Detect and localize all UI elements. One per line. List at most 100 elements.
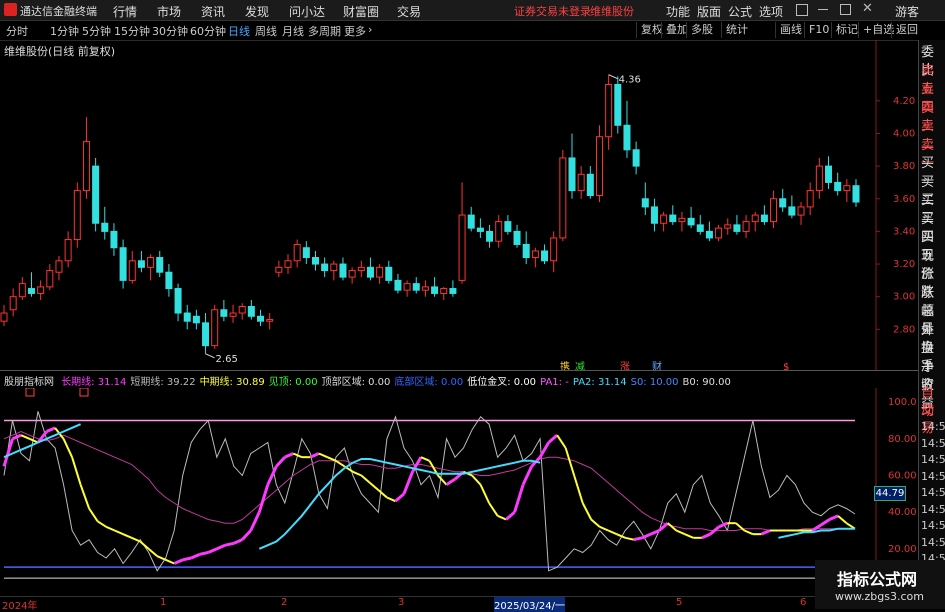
candle-body[interactable]	[275, 266, 283, 273]
side-panel-lower-item[interactable]: 14:56	[921, 517, 945, 535]
candle-body[interactable]	[834, 181, 842, 192]
candle-body[interactable]	[779, 198, 787, 208]
candle-body[interactable]	[192, 315, 200, 324]
candle-body[interactable]	[733, 224, 741, 232]
candle-body[interactable]	[128, 260, 136, 281]
candle-body[interactable]	[321, 263, 329, 272]
menu-item-quotes[interactable]: 行情	[113, 3, 137, 20]
candle-body[interactable]	[788, 206, 796, 216]
tab-period[interactable]: 周线	[255, 23, 277, 39]
signal-marker[interactable]	[79, 388, 89, 397]
event-marker[interactable]: 涨	[620, 361, 630, 370]
candle-body[interactable]	[92, 165, 100, 224]
candle-body[interactable]	[357, 266, 365, 272]
candle-body[interactable]	[220, 309, 228, 317]
candle-body[interactable]	[0, 312, 8, 322]
event-marker[interactable]: $	[783, 362, 789, 370]
candle-body[interactable]	[595, 136, 603, 196]
candle-body[interactable]	[568, 157, 576, 192]
tab-period[interactable]: 60分钟	[190, 23, 226, 39]
candle-body[interactable]	[174, 288, 182, 314]
candle-body[interactable]	[623, 124, 631, 151]
candle-body[interactable]	[632, 149, 640, 167]
candle-body[interactable]	[797, 206, 805, 216]
candle-body[interactable]	[302, 247, 310, 259]
candle-body[interactable]	[229, 312, 237, 317]
candle-body[interactable]	[705, 230, 713, 239]
side-panel-lower-item[interactable]: 14:56	[921, 484, 945, 502]
candle-body[interactable]	[770, 198, 778, 223]
candle-body[interactable]	[614, 83, 622, 126]
candle-body[interactable]	[650, 206, 658, 224]
menu-item-news[interactable]: 资讯	[201, 3, 225, 20]
side-panel-lower-item[interactable]: 14:56	[921, 435, 945, 453]
candle-body[interactable]	[522, 243, 530, 259]
toolbar-button[interactable]: 返回	[891, 22, 922, 38]
menu-item-function[interactable]: 功能	[666, 3, 690, 20]
menu-item-market[interactable]: 市场	[157, 3, 181, 20]
candle-body[interactable]	[385, 266, 393, 281]
login-notice[interactable]: 证券交易未登录	[514, 3, 591, 19]
candle-body[interactable]	[293, 243, 301, 262]
side-panel-lower-item[interactable]: 14:56	[921, 418, 945, 436]
candle-body[interactable]	[696, 224, 704, 232]
candle-body[interactable]	[156, 257, 164, 273]
candle-body[interactable]	[486, 230, 494, 242]
candle-body[interactable]	[852, 185, 860, 203]
candle-body[interactable]	[504, 221, 512, 232]
candle-body[interactable]	[211, 309, 219, 347]
tab-period-active[interactable]: 日线	[228, 23, 250, 39]
indicator-chart[interactable]: 100.0 80.00 60.00 40.00 20.00	[0, 388, 918, 596]
candle-body[interactable]	[431, 286, 439, 294]
candle-body[interactable]	[669, 214, 677, 223]
candle-body[interactable]	[577, 173, 585, 192]
candle-body[interactable]	[165, 271, 173, 290]
tab-period[interactable]: 月线	[282, 23, 304, 39]
candle-body[interactable]	[394, 279, 402, 291]
candle-body[interactable]	[403, 283, 411, 291]
candle-body[interactable]	[440, 288, 448, 294]
side-panel-lower-item[interactable]: 14:56	[921, 468, 945, 486]
candle-body[interactable]	[760, 214, 768, 223]
maximize-icon[interactable]	[840, 4, 851, 15]
menu-item-wealth[interactable]: 财富圈	[343, 3, 379, 20]
toolbar-button[interactable]: F10	[804, 22, 833, 38]
tab-period-more[interactable]: 更多	[344, 23, 366, 39]
candle-body[interactable]	[724, 224, 732, 229]
candle-body[interactable]	[9, 296, 17, 311]
candle-body[interactable]	[101, 222, 109, 232]
candle-body[interactable]	[147, 257, 155, 268]
candle-body[interactable]	[339, 263, 347, 278]
candle-body[interactable]	[495, 221, 503, 242]
candle-body[interactable]	[513, 230, 521, 245]
tab-period[interactable]: 30分钟	[152, 23, 188, 39]
candle-body[interactable]	[458, 214, 466, 281]
signal-marker[interactable]	[25, 388, 35, 397]
menu-item-layout[interactable]: 版面	[697, 3, 721, 20]
candle-body[interactable]	[550, 237, 558, 262]
menu-item-trade[interactable]: 交易	[397, 3, 421, 20]
candle-body[interactable]	[137, 260, 145, 268]
tab-period[interactable]: 分时	[6, 23, 28, 39]
candle-body[interactable]	[27, 288, 35, 294]
candle-body[interactable]	[449, 288, 457, 294]
candle-body[interactable]	[412, 283, 420, 291]
candle-body[interactable]	[605, 83, 613, 138]
tab-period[interactable]: 5分钟	[82, 23, 111, 39]
toolbar-button[interactable]: 统计	[721, 22, 752, 38]
candle-body[interactable]	[183, 312, 191, 322]
tab-period[interactable]: 多周期	[308, 23, 341, 39]
minimize-icon[interactable]	[818, 9, 828, 10]
candle-body[interactable]	[376, 266, 384, 278]
candle-body[interactable]	[37, 286, 45, 294]
event-marker[interactable]: 携	[560, 360, 570, 370]
candle-body[interactable]	[247, 305, 255, 317]
candle-body[interactable]	[366, 266, 374, 278]
candle-body[interactable]	[678, 217, 686, 223]
candle-body[interactable]	[421, 286, 429, 291]
menu-item-ask[interactable]: 问小达	[289, 3, 325, 20]
candle-body[interactable]	[311, 257, 319, 265]
candle-body[interactable]	[257, 315, 265, 322]
candle-body[interactable]	[742, 221, 750, 232]
side-panel-lower-item[interactable]: 14:56	[921, 451, 945, 469]
